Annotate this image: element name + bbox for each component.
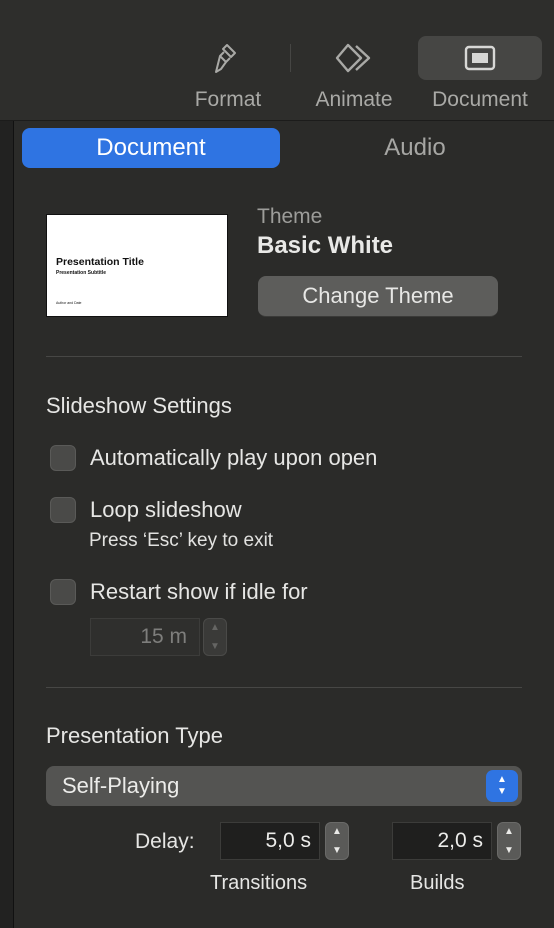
auto-play-label: Automatically play upon open [90,445,378,470]
tab-document[interactable]: Document [22,128,280,168]
theme-name: Basic White [257,232,394,259]
toolbar: Format Animate Document [0,0,554,121]
loop-hint: Press ‘Esc’ key to exit [89,530,274,551]
chevron-down-icon: ▼ [210,641,220,652]
builds-stepper[interactable]: ▲ ▼ [497,822,521,860]
auto-play-row: Automatically play upon open [50,444,377,472]
theme-caption: Theme [257,205,323,228]
inspector-tabs: Document Audio [22,128,532,168]
chevron-up-icon: ▲ [504,826,514,837]
presentation-type-value: Self-Playing [62,773,180,798]
presentation-type-title: Presentation Type [46,723,223,748]
diamond-icon [302,36,406,80]
document-label: Document [432,88,528,111]
toolbar-separator [290,44,291,72]
delay-label: Delay: [135,830,195,853]
restart-label: Restart show if idle for [90,579,308,604]
change-theme-button[interactable]: Change Theme [258,276,498,317]
chevron-up-icon: ▲ [210,622,220,633]
transitions-label: Transitions [210,872,308,894]
builds-delay-field[interactable]: 2,0 s [392,822,492,860]
idle-time-stepper[interactable]: ▲ ▼ [203,618,227,656]
chevron-up-icon: ▲ [332,826,342,837]
thumbnail-subtitle: Presentation Subtitle [56,270,107,276]
sidebar-edge [0,121,14,928]
idle-time-field[interactable]: 15 m [90,618,200,656]
transitions-delay-field[interactable]: 5,0 s [220,822,320,860]
select-arrows-icon: ▲ ▼ [486,770,518,802]
animate-button[interactable]: Animate [302,36,406,116]
presentation-type-select[interactable]: Self-Playing ▲ ▼ [46,766,522,806]
auto-play-checkbox[interactable] [50,445,76,471]
tab-audio[interactable]: Audio [290,128,540,168]
document-button[interactable]: Document [418,36,542,116]
divider [46,687,522,688]
animate-label: Animate [315,88,393,111]
loop-row: Loop slideshow [50,496,242,524]
format-button[interactable]: Format [176,36,280,116]
thumbnail-author: Author and Date [56,301,82,305]
thumbnail-title: Presentation Title [56,256,144,268]
chevron-down-icon: ▼ [504,845,514,856]
chevron-down-icon: ▼ [332,845,342,856]
divider [46,356,522,357]
slideshow-settings-title: Slideshow Settings [46,393,232,418]
restart-row: Restart show if idle for [50,578,308,606]
loop-label: Loop slideshow [90,497,242,522]
paintbrush-icon [176,36,280,80]
document-icon [418,36,542,80]
transitions-stepper[interactable]: ▲ ▼ [325,822,349,860]
restart-checkbox[interactable] [50,579,76,605]
builds-label: Builds [410,872,465,894]
loop-checkbox[interactable] [50,497,76,523]
theme-thumbnail[interactable]: Presentation Title Presentation Subtitle… [46,214,228,317]
format-label: Format [194,88,262,111]
